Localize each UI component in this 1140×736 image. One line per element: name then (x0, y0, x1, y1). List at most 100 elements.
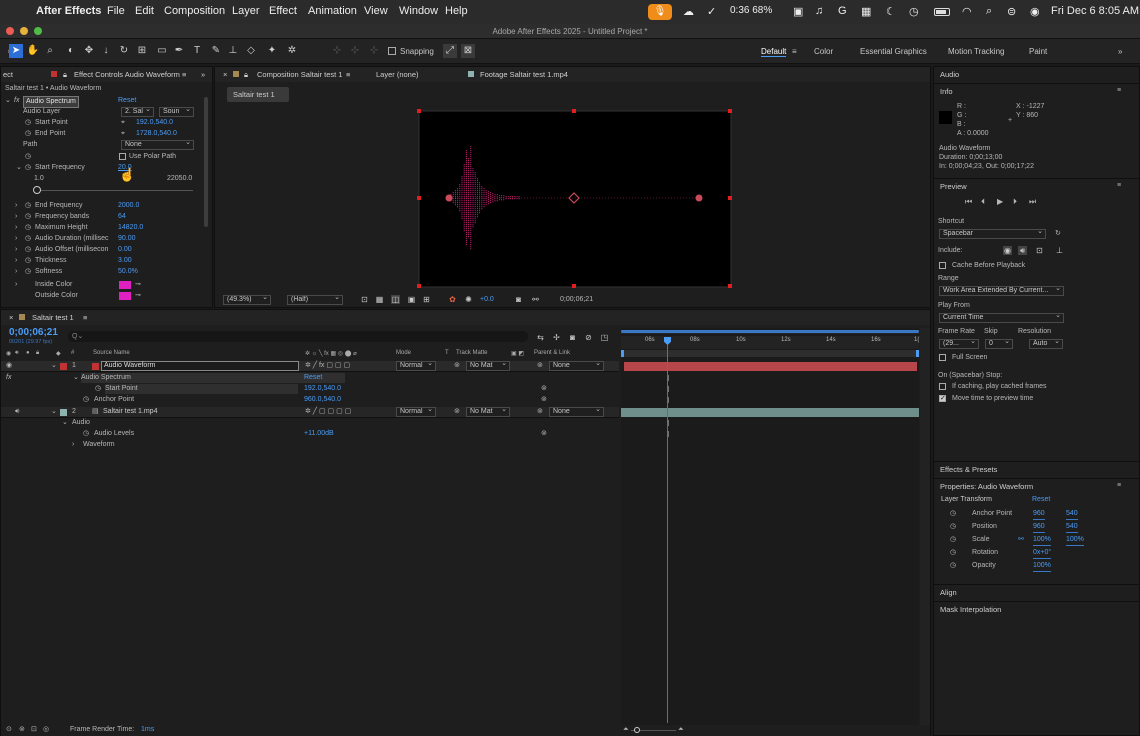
reset-shortcut-icon[interactable]: ↻ (1055, 229, 1061, 239)
layer-switches[interactable]: ✲ ╱ ▢ ▢ ▢ ▢ (305, 407, 351, 417)
timeline-tab[interactable]: Saltair test 1 (32, 310, 74, 325)
stopwatch-icon[interactable]: ◷ (950, 509, 956, 519)
comp-current-time[interactable]: 0;00;06;21 (560, 295, 593, 305)
effect-reset-link[interactable]: Reset (118, 96, 136, 106)
stopwatch-icon[interactable]: ◷ (95, 384, 101, 394)
effects-presets-header[interactable]: Effects & Presets (934, 461, 1139, 477)
expand-arrow-icon[interactable]: › (15, 256, 17, 266)
stopwatch-icon[interactable]: ◷ (950, 522, 956, 532)
stopwatch-icon[interactable]: ◷ (25, 245, 31, 255)
audio-panel-header[interactable]: Audio (934, 67, 1139, 83)
pan-camera-icon[interactable]: ✥ (82, 44, 96, 58)
preview-panel-header[interactable]: Preview (934, 178, 1139, 194)
expand-panels-icon[interactable]: » (201, 67, 205, 82)
stopwatch-icon[interactable]: ◷ (25, 212, 31, 222)
render-toggle-icon[interactable]: ⊙ (6, 725, 12, 735)
effect-prop-value[interactable]: 90.00 (118, 234, 136, 244)
comp-navigator-chip[interactable]: Saltair test 1 (227, 87, 289, 102)
microphone-icon[interactable]: 🎙 (648, 4, 672, 20)
search-icon[interactable]: ⌕ (986, 5, 992, 18)
zoom-slider-handle[interactable] (634, 727, 640, 733)
last-frame-icon[interactable]: ⏭ (1029, 197, 1036, 207)
close-tab-icon[interactable]: × (223, 67, 227, 82)
layer-row[interactable]: ◉ ⌄ 1 Audio Waveform ✲ ╱ fx ▢ ▢ ▢ Normal… (1, 361, 619, 372)
effect-prop-value[interactable]: 14820.0 (118, 223, 143, 233)
mask-visibility-icon[interactable]: ◫ (391, 295, 400, 304)
stopwatch-icon[interactable]: ◷ (950, 535, 956, 545)
next-frame-icon[interactable]: ⏵ (1013, 197, 1017, 207)
menu-effect[interactable]: Effect (269, 5, 297, 17)
lock-icon[interactable]: 🔒︎ (244, 67, 248, 82)
timeline-scrollbar-area[interactable] (920, 328, 930, 726)
path-dropdown[interactable]: None (121, 140, 194, 150)
mask-interpolation-header[interactable]: Mask Interpolation (934, 601, 1139, 617)
time-graph[interactable]: 06s 08s 10s 12s 14s 16s 1( I I I I I (621, 328, 919, 726)
timeline-current-time[interactable]: 0;00;06;21 (9, 327, 58, 338)
comp-viewer[interactable] (417, 109, 733, 289)
eyedropper-icon[interactable]: ⊸ (135, 291, 141, 301)
local-axis-icon[interactable]: ⊹ (330, 44, 344, 58)
draft-3d-icon[interactable]: ✢ (552, 333, 561, 342)
track-matte-column-header[interactable]: Track Matte (456, 350, 487, 356)
panel-menu-icon[interactable]: ≡ (1117, 181, 1121, 191)
composition-tab[interactable]: Composition Saltair test 1 (257, 67, 342, 82)
crosshair-icon[interactable]: ⌖ (121, 129, 125, 139)
graph-editor-icon[interactable]: ◳ (600, 333, 609, 342)
play-icon[interactable]: ▶ (997, 197, 1003, 207)
parent-dropdown[interactable]: None (549, 361, 604, 371)
start-point-property[interactable]: Start Point (105, 384, 298, 394)
outside-color-swatch[interactable] (119, 292, 131, 300)
zoom-out-icon[interactable]: ⏶ (623, 725, 629, 735)
switches-column-icons[interactable]: ✲ ☼ ╲ fx ▦ ◎ ⬤ ⌀ (305, 350, 357, 357)
expand-arrow-icon[interactable]: › (15, 267, 17, 277)
transparency-grid-icon[interactable]: ▦ (375, 295, 384, 304)
menu-view[interactable]: View (364, 5, 388, 17)
pan-behind-tool-icon[interactable]: ⊞ (135, 44, 149, 58)
include-overlays-icon[interactable]: ⊡ (1035, 246, 1044, 255)
panel-menu-icon[interactable]: ≡ (83, 310, 87, 325)
audio-source-dropdown[interactable]: Soun (159, 107, 194, 117)
layer-twirl-icon[interactable]: ⌄ (51, 361, 57, 371)
effect-prop-value[interactable]: 3.00 (118, 256, 132, 266)
expression-pickwhip-icon[interactable]: ⊚ (541, 384, 547, 394)
resolution-dropdown[interactable]: (Half) (287, 295, 343, 305)
end-point-handle[interactable] (695, 194, 703, 202)
snapshot-camera-icon[interactable]: ◙ (514, 295, 523, 304)
wifi-icon[interactable]: ◠ (962, 5, 972, 18)
layer-tab[interactable]: Layer (none) (376, 67, 419, 82)
control-center-icon[interactable]: ⊜ (1007, 5, 1016, 18)
effect-prop-value[interactable]: 2000.0 (118, 201, 139, 211)
region-of-interest-icon[interactable]: ▣ (407, 295, 416, 304)
first-frame-icon[interactable]: ⏮ (965, 197, 972, 207)
grid-guides-icon[interactable]: ⊞ (422, 295, 431, 304)
align-panel-header[interactable]: Align (934, 584, 1139, 600)
stopwatch-icon[interactable]: ◷ (950, 561, 956, 571)
magnification-dropdown[interactable]: (49.3%) (223, 295, 271, 305)
expression-pickwhip-icon[interactable]: ⊚ (541, 395, 547, 405)
crosshair-icon[interactable]: ⌖ (121, 118, 125, 128)
stopwatch-icon[interactable]: ◷ (950, 548, 956, 558)
layer-search-input[interactable]: Q⌄ (68, 331, 528, 342)
stopwatch-icon[interactable]: ◷ (25, 256, 31, 266)
start-point-value[interactable]: 192.0,540.0 (136, 118, 173, 128)
layer-switches[interactable]: ✲ ╱ fx ▢ ▢ ▢ (305, 361, 350, 371)
stopwatch-icon[interactable]: ◷ (25, 201, 31, 211)
track-matte-pickwhip-icon[interactable]: ⊚ (454, 407, 460, 417)
expand-arrow-icon[interactable]: › (15, 245, 17, 255)
anchor-point-value[interactable]: 960.0,540.0 (304, 395, 341, 405)
frame-rate-dropdown[interactable]: (29... (939, 339, 979, 349)
expression-pickwhip-icon[interactable]: ⊚ (541, 429, 547, 439)
clock[interactable]: Fri Dec 6 8:05 AM (1051, 5, 1139, 17)
workspace-menu-icon[interactable]: ≡ (792, 47, 797, 56)
start-point-value[interactable]: 192.0,540.0 (304, 384, 341, 394)
if-caching-checkbox[interactable] (939, 383, 946, 390)
layer-name-field[interactable]: Audio Waveform (101, 361, 299, 371)
work-area-bar[interactable] (621, 330, 919, 333)
audio-layer-dropdown[interactable]: 2. Sal (121, 107, 154, 117)
resolution-dropdown[interactable]: Auto (1029, 339, 1063, 349)
slider-handle[interactable] (33, 186, 41, 194)
transform-value-1[interactable]: 0x+0° (1033, 548, 1052, 559)
use-polar-path-checkbox[interactable] (119, 153, 126, 160)
comp-canvas[interactable] (418, 110, 732, 288)
fx-icon[interactable]: fx (6, 373, 11, 383)
